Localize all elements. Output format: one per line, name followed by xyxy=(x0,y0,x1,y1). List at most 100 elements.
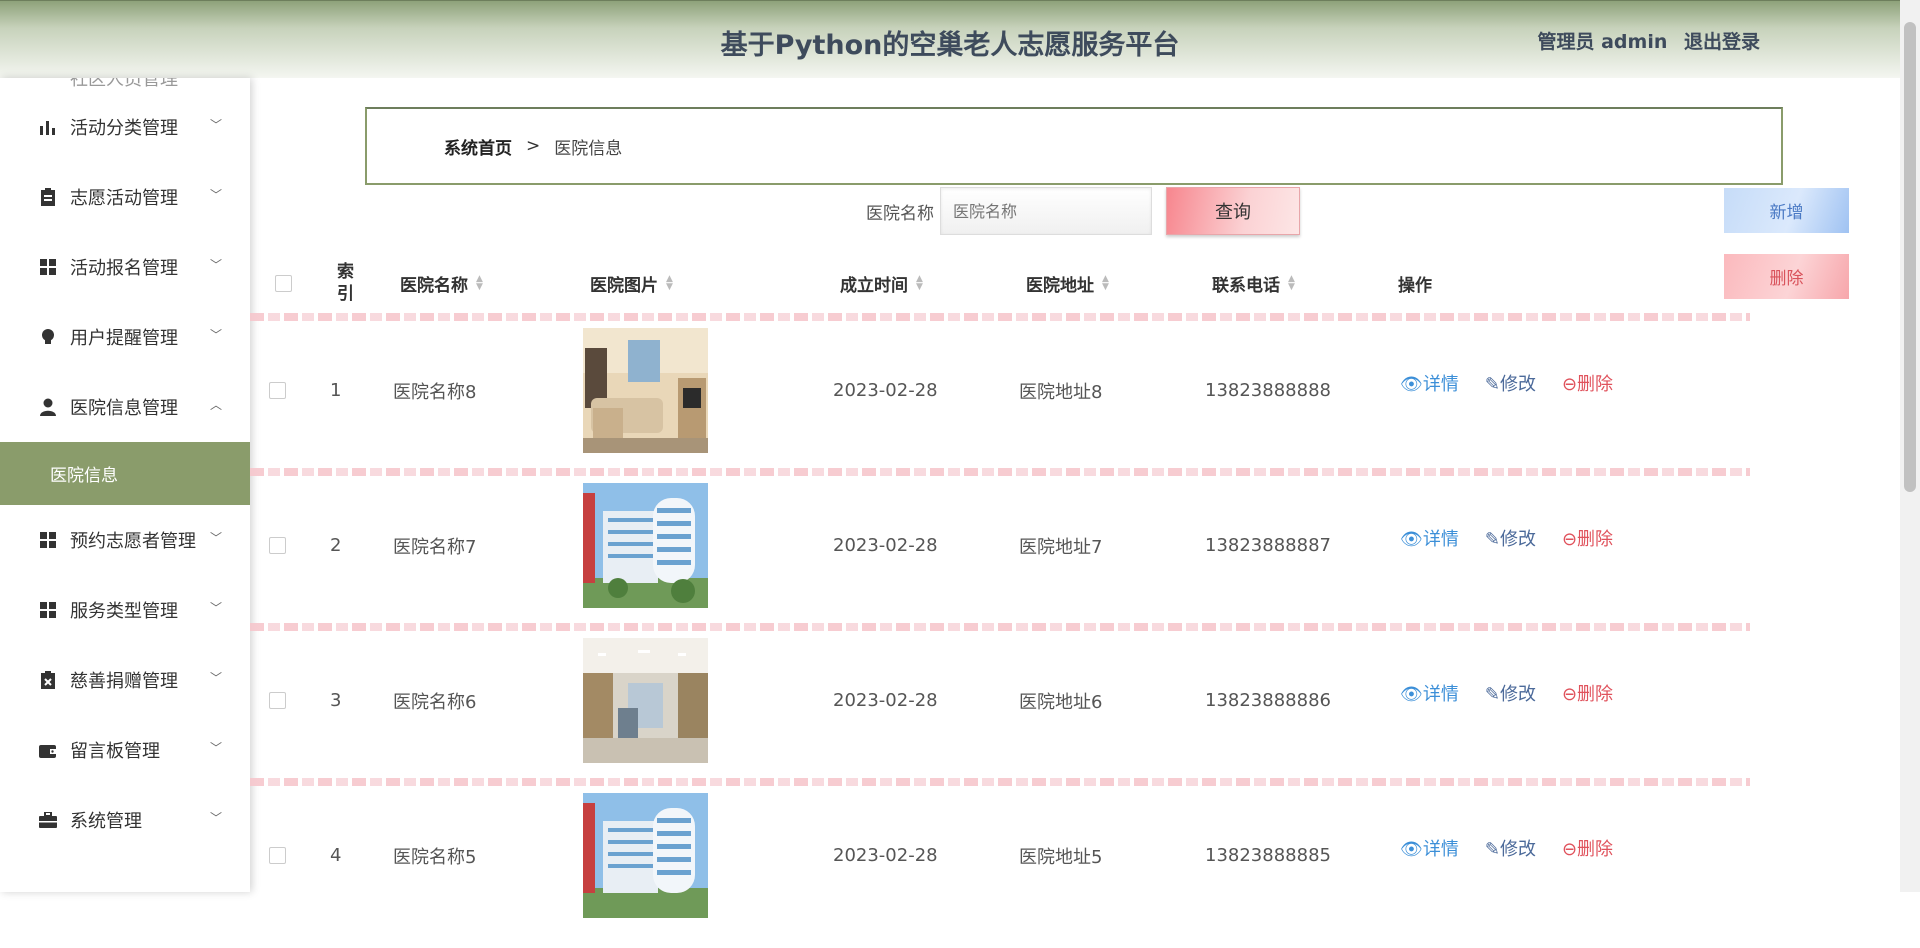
row-checkbox[interactable] xyxy=(269,847,286,864)
row-divider xyxy=(250,468,1750,476)
sidebar-item-volunteer-booking[interactable]: 预约志愿者管理 ﹀ xyxy=(0,505,250,575)
eye-icon: 👁 xyxy=(1400,529,1423,550)
row-actions: 👁详情 ✎修改 ⊖删除 xyxy=(1400,483,1613,593)
page-scrollbar[interactable] xyxy=(1900,0,1920,892)
row-checkbox[interactable] xyxy=(269,537,286,554)
wallet-icon xyxy=(38,740,58,760)
row-index: 1 xyxy=(330,380,342,401)
sidebar-item-label: 活动分类管理 xyxy=(70,118,178,139)
sort-icon[interactable]: ▲ ▼ xyxy=(1102,275,1109,292)
delete-label: 删除 xyxy=(1577,839,1614,860)
delete-label: 删除 xyxy=(1577,529,1614,550)
table-row: 2 医院名称7 2023-02-28 医院地址7 13823888887 👁详情… xyxy=(250,483,1750,638)
logout-link[interactable]: 退出登录 xyxy=(1684,31,1760,53)
view-button[interactable]: 👁详情 xyxy=(1400,525,1459,551)
minus-circle-icon: ⊖ xyxy=(1561,839,1578,860)
sidebar-item-label: 预约志愿者管理 xyxy=(70,531,196,552)
edit-button[interactable]: ✎修改 xyxy=(1485,525,1536,551)
header-date-cell[interactable]: 成立时间 ▲ ▼ xyxy=(840,248,923,318)
view-button[interactable]: 👁详情 xyxy=(1400,680,1459,706)
chevron-down-icon: ﹀ xyxy=(209,811,222,825)
header-index[interactable]: 索引 xyxy=(337,248,365,318)
sort-icon[interactable]: ▲ ▼ xyxy=(666,275,673,292)
row-image[interactable] xyxy=(583,328,708,453)
delete-label: 删除 xyxy=(1577,374,1614,395)
header-phone-cell[interactable]: 联系电话 ▲ ▼ xyxy=(1212,248,1295,318)
row-checkbox[interactable] xyxy=(269,382,286,399)
sidebar-item-activity-signup[interactable]: 活动报名管理 ﹀ xyxy=(0,232,250,302)
minus-circle-icon: ⊖ xyxy=(1561,374,1578,395)
row-address: 医院地址8 xyxy=(1019,381,1103,403)
sidebar-item-user-reminder[interactable]: 用户提醒管理 ﹀ xyxy=(0,302,250,372)
sidebar-item-activity-category[interactable]: 活动分类管理 ﹀ xyxy=(0,92,250,162)
sidebar-item-hospital-info[interactable]: 医院信息管理 ︿ xyxy=(0,372,250,442)
sidebar-item-system[interactable]: 系统管理 ﹀ xyxy=(0,785,250,855)
sidebar-item-service-type[interactable]: 服务类型管理 ﹀ xyxy=(0,575,250,645)
edit-button[interactable]: ✎修改 xyxy=(1485,680,1536,706)
table-header: 索引 医院名称 ▲ ▼ 医院图片 ▲ ▼ 成立时间 ▲ ▼ 医院地址 ▲ ▼ 联系电话 … xyxy=(250,248,1750,318)
hospital-hall-image xyxy=(583,638,708,763)
row-date: 2023-02-28 xyxy=(833,380,938,401)
chevron-down-icon: ﹀ xyxy=(209,328,222,342)
add-button[interactable]: 新增 xyxy=(1724,188,1849,233)
eye-icon: 👁 xyxy=(1400,839,1423,860)
search-button[interactable]: 查询 xyxy=(1166,187,1300,235)
pencil-icon: ✎ xyxy=(1484,529,1500,550)
sidebar-item-label: 志愿活动管理 xyxy=(70,188,178,209)
pencil-icon: ✎ xyxy=(1484,839,1500,860)
chevron-up-icon: ︿ xyxy=(209,398,222,412)
delete-button[interactable]: ⊖删除 xyxy=(1562,680,1613,706)
row-image[interactable] xyxy=(583,483,708,608)
search-label: 医院名称 xyxy=(866,203,934,224)
hospital-table: 索引 医院名称 ▲ ▼ 医院图片 ▲ ▼ 成立时间 ▲ ▼ 医院地址 ▲ ▼ 联系电话 … xyxy=(250,248,1750,918)
select-all-checkbox[interactable] xyxy=(275,274,292,292)
search-input[interactable] xyxy=(940,187,1152,235)
breadcrumb-home[interactable]: 系统首页 xyxy=(444,134,512,159)
sidebar: ┸ 社区人员管理 活动分类管理 ﹀ 志愿活动管理 ﹀ 活动报名管理 ﹀ 用户提醒… xyxy=(0,78,250,892)
header-address-cell[interactable]: 医院地址 ▲ ▼ xyxy=(1026,248,1109,318)
view-label: 详情 xyxy=(1422,374,1459,395)
chevron-down-icon: ﹀ xyxy=(209,601,222,615)
sidebar-item-charity-donation[interactable]: 慈善捐赠管理 ﹀ xyxy=(0,645,250,715)
breadcrumb: 系统首页 > 医院信息 xyxy=(365,107,1783,185)
breadcrumb-separator: > xyxy=(526,136,541,156)
edit-button[interactable]: ✎修改 xyxy=(1485,835,1536,861)
delete-button[interactable]: ⊖删除 xyxy=(1562,370,1613,396)
row-address: 医院地址5 xyxy=(1019,846,1103,868)
sidebar-item-label: 医院信息管理 xyxy=(70,398,178,419)
header-image-cell[interactable]: 医院图片 ▲ ▼ xyxy=(590,248,673,318)
header-name-cell[interactable]: 医院名称 ▲ ▼ xyxy=(400,248,483,318)
partial-icon: ┸ xyxy=(42,78,54,88)
scrollbar-thumb[interactable] xyxy=(1904,22,1916,492)
sort-icon[interactable]: ▲ ▼ xyxy=(916,275,923,292)
delete-button[interactable]: ⊖删除 xyxy=(1562,835,1613,861)
row-divider xyxy=(250,623,1750,631)
clipboard-icon xyxy=(38,187,58,207)
sort-icon[interactable]: ▲ ▼ xyxy=(1288,275,1295,292)
row-checkbox-cell xyxy=(269,793,286,918)
view-button[interactable]: 👁详情 xyxy=(1400,835,1459,861)
view-label: 详情 xyxy=(1422,839,1459,860)
header-date: 成立时间 xyxy=(840,275,908,296)
row-checkbox-cell xyxy=(269,638,286,763)
delete-button[interactable]: ⊖删除 xyxy=(1562,525,1613,551)
sidebar-item-message-board[interactable]: 留言板管理 ﹀ xyxy=(0,715,250,785)
chevron-down-icon: ﹀ xyxy=(209,118,222,132)
header-image: 医院图片 xyxy=(590,275,658,296)
row-checkbox[interactable] xyxy=(269,692,286,709)
edit-label: 修改 xyxy=(1499,374,1536,395)
minus-circle-icon: ⊖ xyxy=(1561,684,1578,705)
sidebar-subitem-hospital-info[interactable]: 医院信息 xyxy=(0,442,250,505)
edit-button[interactable]: ✎修改 xyxy=(1485,370,1536,396)
row-image[interactable] xyxy=(583,638,708,763)
sort-icon[interactable]: ▲ ▼ xyxy=(476,275,483,292)
edit-label: 修改 xyxy=(1499,839,1536,860)
sidebar-item-volunteer-activity[interactable]: 志愿活动管理 ﹀ xyxy=(0,162,250,232)
row-divider xyxy=(250,313,1750,321)
row-name: 医院名称7 xyxy=(393,536,477,558)
sidebar-item-partial[interactable]: ┸ 社区人员管理 xyxy=(0,78,250,92)
sidebar-item-label: 系统管理 xyxy=(70,811,142,832)
view-button[interactable]: 👁详情 xyxy=(1400,370,1459,396)
row-image[interactable] xyxy=(583,793,708,918)
minus-circle-icon: ⊖ xyxy=(1561,529,1578,550)
